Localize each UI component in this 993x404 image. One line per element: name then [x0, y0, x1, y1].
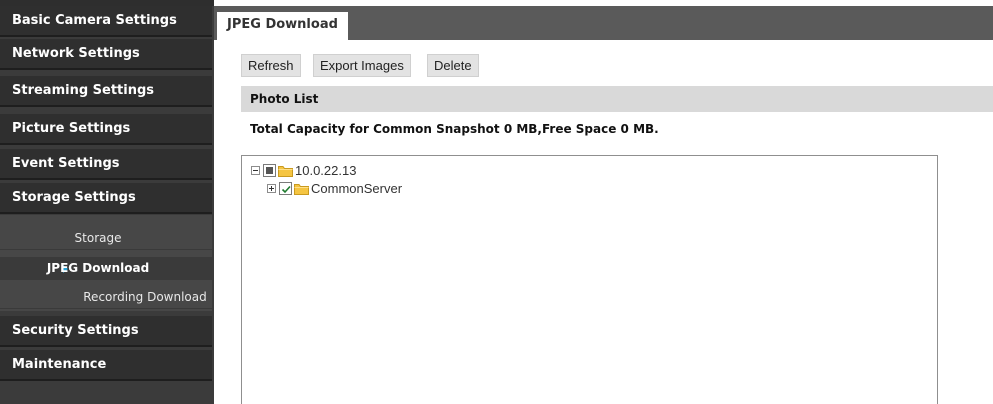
- sidebar-subitem-label: Recording Download: [83, 290, 207, 304]
- delete-button[interactable]: Delete: [427, 54, 479, 77]
- sidebar-item-storage-settings[interactable]: Storage Settings: [0, 183, 212, 214]
- expand-icon[interactable]: [267, 184, 276, 193]
- main-content: JPEG Download Refresh Export Images Dele…: [214, 0, 993, 404]
- tab-bar: JPEG Download: [214, 6, 993, 40]
- folder-icon: [294, 183, 309, 195]
- sidebar-subitem-label: Storage: [74, 231, 122, 245]
- sidebar-subitem-recording-download[interactable]: Recording Download: [0, 286, 212, 309]
- refresh-button[interactable]: Refresh: [241, 54, 301, 77]
- sidebar-item-security-settings[interactable]: Security Settings: [0, 316, 212, 347]
- tab-jpeg-download[interactable]: JPEG Download: [217, 12, 348, 40]
- sidebar-item-basic-camera-settings[interactable]: Basic Camera Settings: [0, 6, 212, 37]
- sidebar-item-event-settings[interactable]: Event Settings: [0, 149, 212, 180]
- tree-node-label[interactable]: 10.0.22.13: [295, 163, 356, 179]
- tree-node-label[interactable]: CommonServer: [311, 181, 402, 197]
- folder-icon: [278, 165, 293, 177]
- photo-list-header: Photo List: [241, 86, 993, 112]
- sidebar-item-maintenance[interactable]: Maintenance: [0, 350, 212, 381]
- sidebar-subitem-label: JPEG Download: [46, 261, 150, 275]
- sidebar-bottom-filler: [0, 382, 212, 404]
- sidebar-item-picture-settings[interactable]: Picture Settings: [0, 114, 212, 145]
- collapse-icon[interactable]: [251, 166, 260, 175]
- photo-tree: 10.0.22.13 CommonServer: [241, 155, 938, 404]
- sidebar-item-streaming-settings[interactable]: Streaming Settings: [0, 76, 212, 107]
- storage-submenu: Storage JPEG Download Recording Download: [0, 215, 212, 311]
- sidebar-subitem-jpeg-download[interactable]: JPEG Download: [0, 257, 212, 280]
- sidebar-item-network-settings[interactable]: Network Settings: [0, 39, 212, 70]
- capacity-text: Total Capacity for Common Snapshot 0 MB,…: [250, 122, 659, 136]
- tree-checkbox-commonserver[interactable]: [279, 182, 292, 195]
- export-images-button[interactable]: Export Images: [313, 54, 411, 77]
- sidebar: Basic Camera Settings Network Settings S…: [0, 0, 214, 404]
- sidebar-subitem-storage[interactable]: Storage: [0, 227, 212, 250]
- tree-checkbox-root[interactable]: [263, 164, 276, 177]
